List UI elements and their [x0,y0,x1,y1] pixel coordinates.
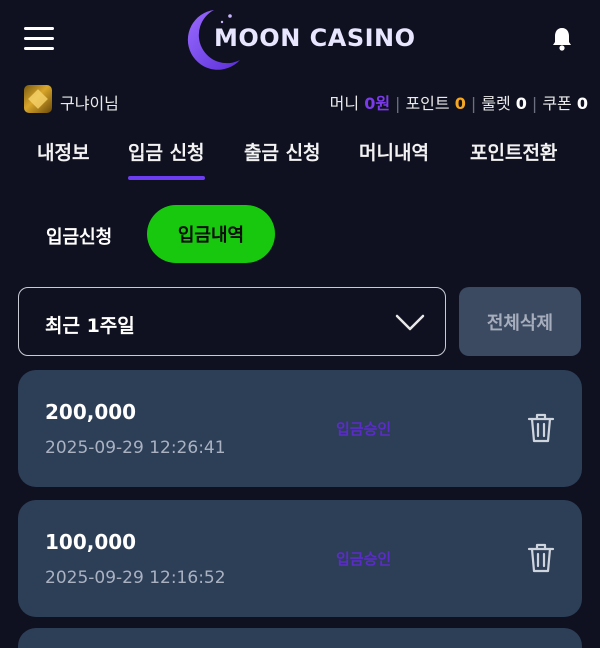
stat-coupon-label: 쿠폰 [542,94,572,113]
stat-money-label: 머니 [329,94,360,113]
stat-roulette-value: 0 [515,94,527,113]
subtab-deposit-history-label: 입금내역 [177,225,245,246]
deposit-datetime: 2025-09-29 12:26:41 [45,438,226,458]
tab-money-history[interactable]: 머니내역 [359,138,429,165]
tab-deposit-request[interactable]: 입금 신청 [128,138,205,180]
stat-money-value: 0원 [364,94,391,113]
user-stats: 머니 0원 | 포인트 0 | 룰렛 0 | 쿠폰 0 [329,94,588,113]
app-header: MOON CASINO [0,0,600,80]
stat-point-label: 포인트 [405,94,450,113]
subtab-deposit-request[interactable]: 입금신청 [46,223,112,249]
tab-my-info[interactable]: 내정보 [37,138,89,165]
trash-icon[interactable] [526,542,556,574]
main-tabs: 내정보 입금 신청 출금 신청 머니내역 포인트전환 [0,138,600,182]
bell-icon[interactable] [550,26,574,52]
deposit-history-item: 200,000 2025-09-29 12:26:41 입금승인 [18,370,582,487]
deposit-status: 입금승인 [336,550,392,568]
user-level-avatar [24,85,52,113]
deposit-history-item-partial [18,628,582,648]
stat-roulette-label: 룰렛 [481,94,511,113]
deposit-history-item: 100,000 2025-09-29 12:16:52 입금승인 [18,500,582,617]
deposit-amount: 200,000 [45,400,137,424]
logo-text: MOON CASINO [214,24,416,52]
delete-all-button[interactable]: 전체삭제 [459,287,581,356]
deposit-subtabs: 입금신청 입금내역 [0,205,600,263]
hamburger-menu-icon[interactable] [24,27,54,51]
tab-point-exchange[interactable]: 포인트전환 [470,138,557,165]
subtab-deposit-history[interactable]: 입금내역 [147,205,275,263]
stat-coupon-value: 0 [576,94,588,113]
deposit-status: 입금승인 [336,420,392,438]
period-select-value: 최근 1주일 [45,315,135,337]
tab-overflow-indicator[interactable] [594,138,600,164]
period-select[interactable]: 최근 1주일 [18,287,446,356]
chevron-down-icon [395,314,425,331]
delete-all-label: 전체삭제 [486,312,554,334]
deposit-amount: 100,000 [45,530,137,554]
deposit-datetime: 2025-09-29 12:16:52 [45,568,226,588]
trash-icon[interactable] [526,412,556,444]
tab-withdraw-request[interactable]: 출금 신청 [244,138,321,165]
moon-casino-logo[interactable]: MOON CASINO [184,8,424,72]
username: 구냐이님 [60,94,119,113]
user-info-bar: 구냐이님 머니 0원 | 포인트 0 | 룰렛 0 | 쿠폰 0 [0,85,600,115]
stat-point-value: 0 [454,94,466,113]
